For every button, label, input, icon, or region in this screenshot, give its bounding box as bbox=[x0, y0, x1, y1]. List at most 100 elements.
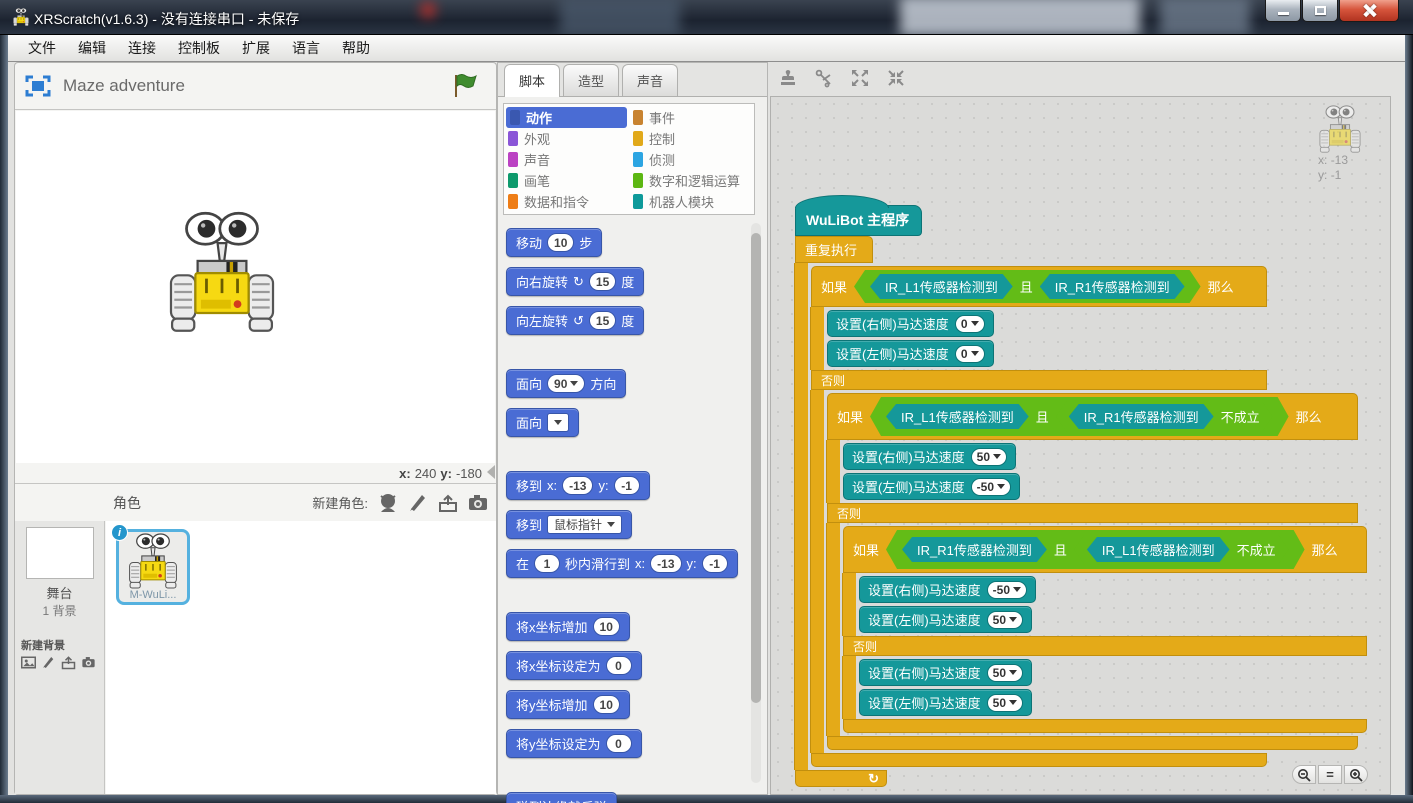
menu-board[interactable]: 控制板 bbox=[168, 35, 230, 61]
category-motion[interactable]: 动作 bbox=[506, 107, 627, 128]
minimize-button[interactable] bbox=[1265, 0, 1301, 22]
if-else-block-2[interactable]: 如果 IR_L1传感器检测到 且 IR_R1传感器检测到 不成立 bbox=[827, 393, 1367, 750]
paint-new-sprite-icon[interactable] bbox=[408, 492, 428, 514]
if-else-block-3[interactable]: 如果 IR_R1传感器检测到 且 IR_L1传感器检测到 不成立 bbox=[843, 526, 1367, 733]
sensor-ir-l1[interactable]: IR_L1传感器检测到 bbox=[886, 404, 1029, 429]
tab-sounds[interactable]: 声音 bbox=[622, 64, 678, 96]
fullscreen-icon[interactable] bbox=[25, 75, 51, 97]
sensor-ir-r1[interactable]: IR_R1传感器检测到 bbox=[1040, 274, 1185, 299]
sprite-tile-selected[interactable]: i M-WuLi... bbox=[116, 529, 190, 605]
block-goto-mouse[interactable]: 移到鼠标指针 bbox=[506, 510, 632, 539]
category-sensing[interactable]: 侦测 bbox=[629, 149, 754, 170]
zoom-in-button[interactable] bbox=[1344, 765, 1368, 784]
not-operator[interactable]: IR_R1传感器检测到 不成立 bbox=[1056, 401, 1273, 432]
new-sprite-library-icon[interactable] bbox=[378, 492, 398, 514]
not-operator[interactable]: IR_L1传感器检测到 不成立 bbox=[1074, 534, 1289, 565]
green-flag-button[interactable] bbox=[452, 74, 478, 98]
set-right-motor-block[interactable]: 设置(右侧)马达速度50 bbox=[859, 659, 1032, 686]
menu-extensions[interactable]: 扩展 bbox=[232, 35, 280, 61]
set-left-motor-block[interactable]: 设置(左侧)马达速度50 bbox=[859, 606, 1032, 633]
set-right-motor-block[interactable]: 设置(右侧)马达速度-50 bbox=[859, 576, 1036, 603]
sensor-ir-l1[interactable]: IR_L1传感器检测到 bbox=[870, 274, 1013, 299]
category-looks[interactable]: 外观 bbox=[504, 128, 629, 149]
zoom-out-button[interactable] bbox=[1292, 765, 1316, 784]
block-goto-xy[interactable]: 移到x:-13y:-1 bbox=[506, 471, 650, 500]
speed-dropdown[interactable]: 50 bbox=[987, 664, 1023, 682]
point-towards-dropdown[interactable] bbox=[547, 413, 569, 432]
set-left-motor-block[interactable]: 设置(左侧)马达速度0 bbox=[827, 340, 994, 367]
stage-sprite-robot[interactable] bbox=[166, 211, 278, 333]
menu-edit[interactable]: 编辑 bbox=[68, 35, 116, 61]
stage-thumbnail[interactable] bbox=[26, 527, 94, 579]
menu-file[interactable]: 文件 bbox=[18, 35, 66, 61]
category-sound[interactable]: 声音 bbox=[504, 149, 629, 170]
block-bounce-on-edge[interactable]: 碰到边缘就反弹 bbox=[506, 792, 617, 803]
speed-dropdown[interactable]: -50 bbox=[971, 478, 1011, 496]
collapse-stage-arrow[interactable] bbox=[487, 465, 495, 479]
window-border-right bbox=[1405, 35, 1413, 803]
menu-language[interactable]: 语言 bbox=[282, 35, 330, 61]
maximize-button[interactable] bbox=[1302, 0, 1338, 22]
set-right-motor-block[interactable]: 设置(右侧)马达速度50 bbox=[843, 443, 1016, 470]
scissors-tool-icon[interactable] bbox=[814, 68, 834, 88]
tab-scripts[interactable]: 脚本 bbox=[504, 64, 560, 97]
speed-dropdown[interactable]: -50 bbox=[987, 581, 1027, 599]
sensor-ir-l1[interactable]: IR_L1传感器检测到 bbox=[1087, 537, 1230, 562]
speed-dropdown[interactable]: 50 bbox=[987, 694, 1023, 712]
palette-scrollbar[interactable] bbox=[751, 223, 761, 783]
set-left-motor-block[interactable]: 设置(左侧)马达速度50 bbox=[859, 689, 1032, 716]
stamp-tool-icon[interactable] bbox=[778, 68, 798, 88]
sprite-info-icon[interactable]: i bbox=[111, 524, 128, 541]
block-move-steps[interactable]: 移动10步 bbox=[506, 228, 602, 257]
block-set-x[interactable]: 将x坐标设定为0 bbox=[506, 651, 642, 680]
upload-backdrop-icon[interactable] bbox=[61, 655, 76, 670]
speed-dropdown[interactable]: 50 bbox=[987, 611, 1023, 629]
category-pen[interactable]: 画笔 bbox=[504, 170, 629, 191]
block-point-direction[interactable]: 面向90方向 bbox=[506, 369, 626, 398]
category-events[interactable]: 事件 bbox=[629, 107, 754, 128]
block-turn-right[interactable]: 向右旋转↻15度 bbox=[506, 267, 644, 296]
and-operator[interactable]: IR_L1传感器检测到 且 IR_R1传感器检测到 bbox=[854, 270, 1201, 303]
new-backdrop-label: 新建背景 bbox=[21, 637, 104, 653]
zoom-reset-button[interactable]: = bbox=[1318, 765, 1342, 784]
speed-dropdown[interactable]: 0 bbox=[955, 345, 985, 363]
block-glide[interactable]: 在1秒内滑行到x:-13y:-1 bbox=[506, 549, 738, 578]
shrink-tool-icon[interactable] bbox=[886, 68, 906, 88]
sensor-ir-r1[interactable]: IR_R1传感器检测到 bbox=[902, 537, 1047, 562]
block-point-towards[interactable]: 面向 bbox=[506, 408, 579, 437]
forever-block[interactable]: 重复执行 如果 IR_L1传感器检测到 且 IR_R1传感器检测到 那么 bbox=[795, 236, 1367, 787]
if-else-block-1[interactable]: 如果 IR_L1传感器检测到 且 IR_R1传感器检测到 那么 设置(右侧)马达… bbox=[811, 266, 1367, 767]
goto-target-dropdown[interactable]: 鼠标指针 bbox=[547, 515, 622, 534]
upload-sprite-icon[interactable] bbox=[438, 492, 458, 514]
category-data[interactable]: 数据和指令 bbox=[504, 191, 629, 212]
block-change-x[interactable]: 将x坐标增加10 bbox=[506, 612, 630, 641]
speed-dropdown[interactable]: 0 bbox=[955, 315, 985, 333]
block-change-y[interactable]: 将y坐标增加10 bbox=[506, 690, 630, 719]
category-control[interactable]: 控制 bbox=[629, 128, 754, 149]
stage-canvas[interactable] bbox=[16, 111, 495, 463]
speed-dropdown[interactable]: 50 bbox=[971, 448, 1007, 466]
backdrop-library-icon[interactable] bbox=[21, 655, 36, 670]
sensor-ir-r1[interactable]: IR_R1传感器检测到 bbox=[1069, 404, 1214, 429]
close-button[interactable] bbox=[1339, 0, 1399, 22]
set-left-motor-block[interactable]: 设置(左侧)马达速度-50 bbox=[843, 473, 1020, 500]
turn-ccw-icon: ↺ bbox=[573, 313, 584, 329]
category-operators[interactable]: 数字和逻辑运算 bbox=[629, 170, 754, 191]
script-stack[interactable]: WuLiBot 主程序 重复执行 如果 IR_L1传感器检测到 且 IR_R1传… bbox=[795, 193, 1367, 787]
and-operator[interactable]: IR_R1传感器检测到 且 IR_L1传感器检测到 不成立 bbox=[886, 530, 1305, 569]
category-robot[interactable]: 机器人模块 bbox=[629, 191, 754, 212]
hat-block-main-program[interactable]: WuLiBot 主程序 bbox=[795, 205, 922, 236]
tab-costumes[interactable]: 造型 bbox=[563, 64, 619, 96]
camera-sprite-icon[interactable] bbox=[468, 492, 488, 514]
block-turn-left[interactable]: 向左旋转↺15度 bbox=[506, 306, 644, 335]
block-set-y[interactable]: 将y坐标设定为0 bbox=[506, 729, 642, 758]
paint-backdrop-icon[interactable] bbox=[41, 655, 56, 670]
camera-backdrop-icon[interactable] bbox=[81, 655, 96, 670]
scripts-area[interactable]: x: -13 y: -1 WuLiBot 主程序 重复执行 如果 IR_L1传感… bbox=[770, 96, 1391, 795]
grow-tool-icon[interactable] bbox=[850, 68, 870, 88]
and-operator[interactable]: IR_L1传感器检测到 且 IR_R1传感器检测到 不成立 bbox=[870, 397, 1289, 436]
set-right-motor-block[interactable]: 设置(右侧)马达速度0 bbox=[827, 310, 994, 337]
menu-help[interactable]: 帮助 bbox=[332, 35, 380, 61]
menu-connect[interactable]: 连接 bbox=[118, 35, 166, 61]
palette-scrollbar-thumb[interactable] bbox=[751, 233, 761, 703]
